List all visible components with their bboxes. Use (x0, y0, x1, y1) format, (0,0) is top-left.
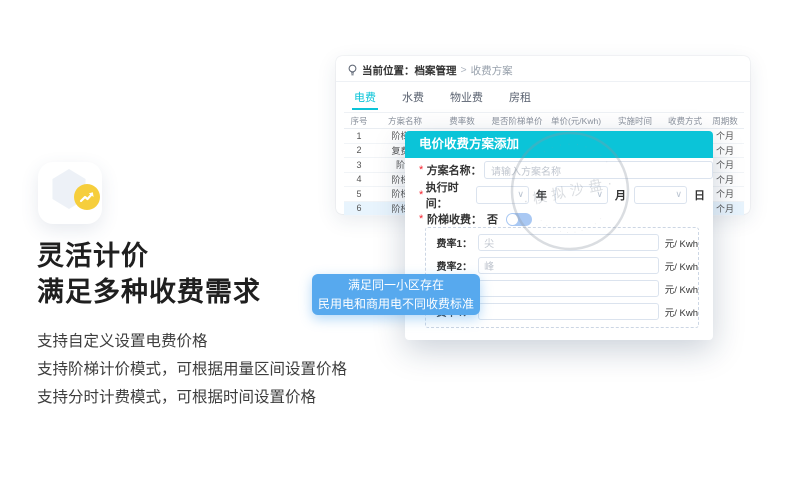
header-cell-6: 实施时间 (606, 115, 664, 127)
header-cell-1: 序号 (344, 115, 374, 127)
toggle-knob (507, 214, 518, 225)
page-title: 灵活计价 满足多种收费需求 (37, 238, 261, 310)
page: 灵活计价 满足多种收费需求 支持自定义设置电费价格支持阶梯计价模式，可根据用量区… (0, 0, 800, 500)
tiered-label: 阶梯收费： (427, 211, 487, 227)
year-suffix: 年 (536, 187, 547, 203)
feature-bullet-3: 支持分时计费模式，可根据时间设置价格 (37, 384, 367, 412)
callout-line2: 民用电和商用电不同收费标准 (312, 295, 480, 314)
header-cell-7: 收费方式 (664, 115, 706, 127)
rate-placeholder-1: 尖 (484, 235, 494, 250)
required-asterisk: * (419, 213, 427, 225)
chevron-down-icon: ∨ (517, 189, 524, 200)
rate-input-3[interactable] (478, 280, 659, 297)
tiered-value: 否 (487, 211, 498, 227)
tab-2[interactable]: 水费 (400, 86, 426, 108)
rate-row-2: 费率2： 峰 元/ Kwh (426, 257, 698, 274)
breadcrumb-location: 当前位置：档案管理 (362, 63, 457, 78)
header-cell-2: 方案名称 (374, 115, 436, 127)
rate-label-2: 费率2： (426, 258, 472, 273)
tiered-toggle[interactable] (506, 213, 532, 226)
day-select[interactable]: ∨ (634, 186, 687, 204)
exec-time-row: * 执行时间： ∨ 年 ∨ 月 ∨ 日 (405, 186, 713, 204)
tab-1[interactable]: 电费 (352, 86, 378, 108)
callout-line1: 满足同一小区存在 (312, 276, 480, 295)
divider (336, 81, 750, 82)
chevron-down-icon: ∨ (596, 189, 603, 200)
rate-input-2[interactable]: 峰 (478, 257, 659, 274)
feature-icon-card (38, 162, 102, 224)
required-asterisk: * (419, 164, 427, 176)
cell-no: 1 (344, 131, 374, 141)
required-asterisk: * (419, 189, 426, 201)
bulb-icon (347, 64, 358, 76)
tab-4[interactable]: 房租 (507, 86, 533, 108)
rate-unit-4: 元/ Kwh (665, 305, 698, 319)
cell-no: 4 (344, 174, 374, 184)
month-select[interactable]: ∨ (555, 186, 608, 204)
trend-up-icon (74, 184, 100, 210)
plan-name-row: * 方案名称： 请输入方案名称 (405, 161, 713, 179)
modal-title: 电价收费方案添加 (405, 131, 713, 158)
page-title-line1: 灵活计价 (37, 238, 261, 274)
breadcrumb-current: 收费方案 (471, 63, 513, 78)
rate-unit-3: 元/ Kwh (665, 282, 698, 296)
cell-no: 5 (344, 189, 374, 199)
fee-tabs: 电费水费物业费房租 (352, 86, 533, 108)
plan-name-input[interactable]: 请输入方案名称 (484, 161, 713, 179)
year-select[interactable]: ∨ (476, 186, 529, 204)
rate-unit-1: 元/ Kwh (665, 236, 698, 250)
exec-time-label: 执行时间： (426, 179, 476, 211)
header-cell-3: 费率数 (436, 115, 488, 127)
cell-no: 2 (344, 145, 374, 155)
header-cell-8: 周期数 (706, 115, 744, 127)
page-title-line2: 满足多种收费需求 (37, 274, 261, 310)
breadcrumb: 当前位置：档案管理 > 收费方案 (347, 63, 513, 77)
rate-placeholder-2: 峰 (484, 258, 494, 273)
feature-bullet-2: 支持阶梯计价模式，可根据用量区间设置价格 (37, 356, 367, 384)
plan-name-label: 方案名称： (427, 162, 484, 178)
rate-input-1[interactable]: 尖 (478, 234, 659, 251)
header-cell-5: 单价(元/Kwh) (546, 115, 606, 127)
plan-name-placeholder: 请输入方案名称 (491, 163, 561, 178)
feature-bullet-1: 支持自定义设置电费价格 (37, 328, 367, 356)
rate-label-1: 费率1： (426, 235, 472, 250)
header-cell-4: 是否阶梯单价 (488, 115, 546, 127)
rate-row-1: 费率1： 尖 元/ Kwh (426, 234, 698, 251)
rate-input-4[interactable] (478, 303, 659, 320)
tiered-billing-row: * 阶梯收费： 否 (405, 210, 713, 228)
breadcrumb-separator: > (461, 64, 467, 76)
rate-unit-2: 元/ Kwh (665, 259, 698, 273)
day-suffix: 日 (694, 187, 705, 203)
callout-tooltip: 满足同一小区存在 民用电和商用电不同收费标准 (312, 274, 480, 315)
feature-bullets: 支持自定义设置电费价格支持阶梯计价模式，可根据用量区间设置价格支持分时计费模式，… (37, 328, 367, 412)
cell-no: 6 (344, 203, 374, 213)
table-header-row: 序号方案名称费率数是否阶梯单价单价(元/Kwh)实施时间收费方式周期数 (344, 112, 744, 129)
tab-3[interactable]: 物业费 (448, 86, 485, 108)
month-suffix: 月 (615, 187, 626, 203)
cell-no: 3 (344, 160, 374, 170)
chevron-down-icon: ∨ (675, 189, 682, 200)
